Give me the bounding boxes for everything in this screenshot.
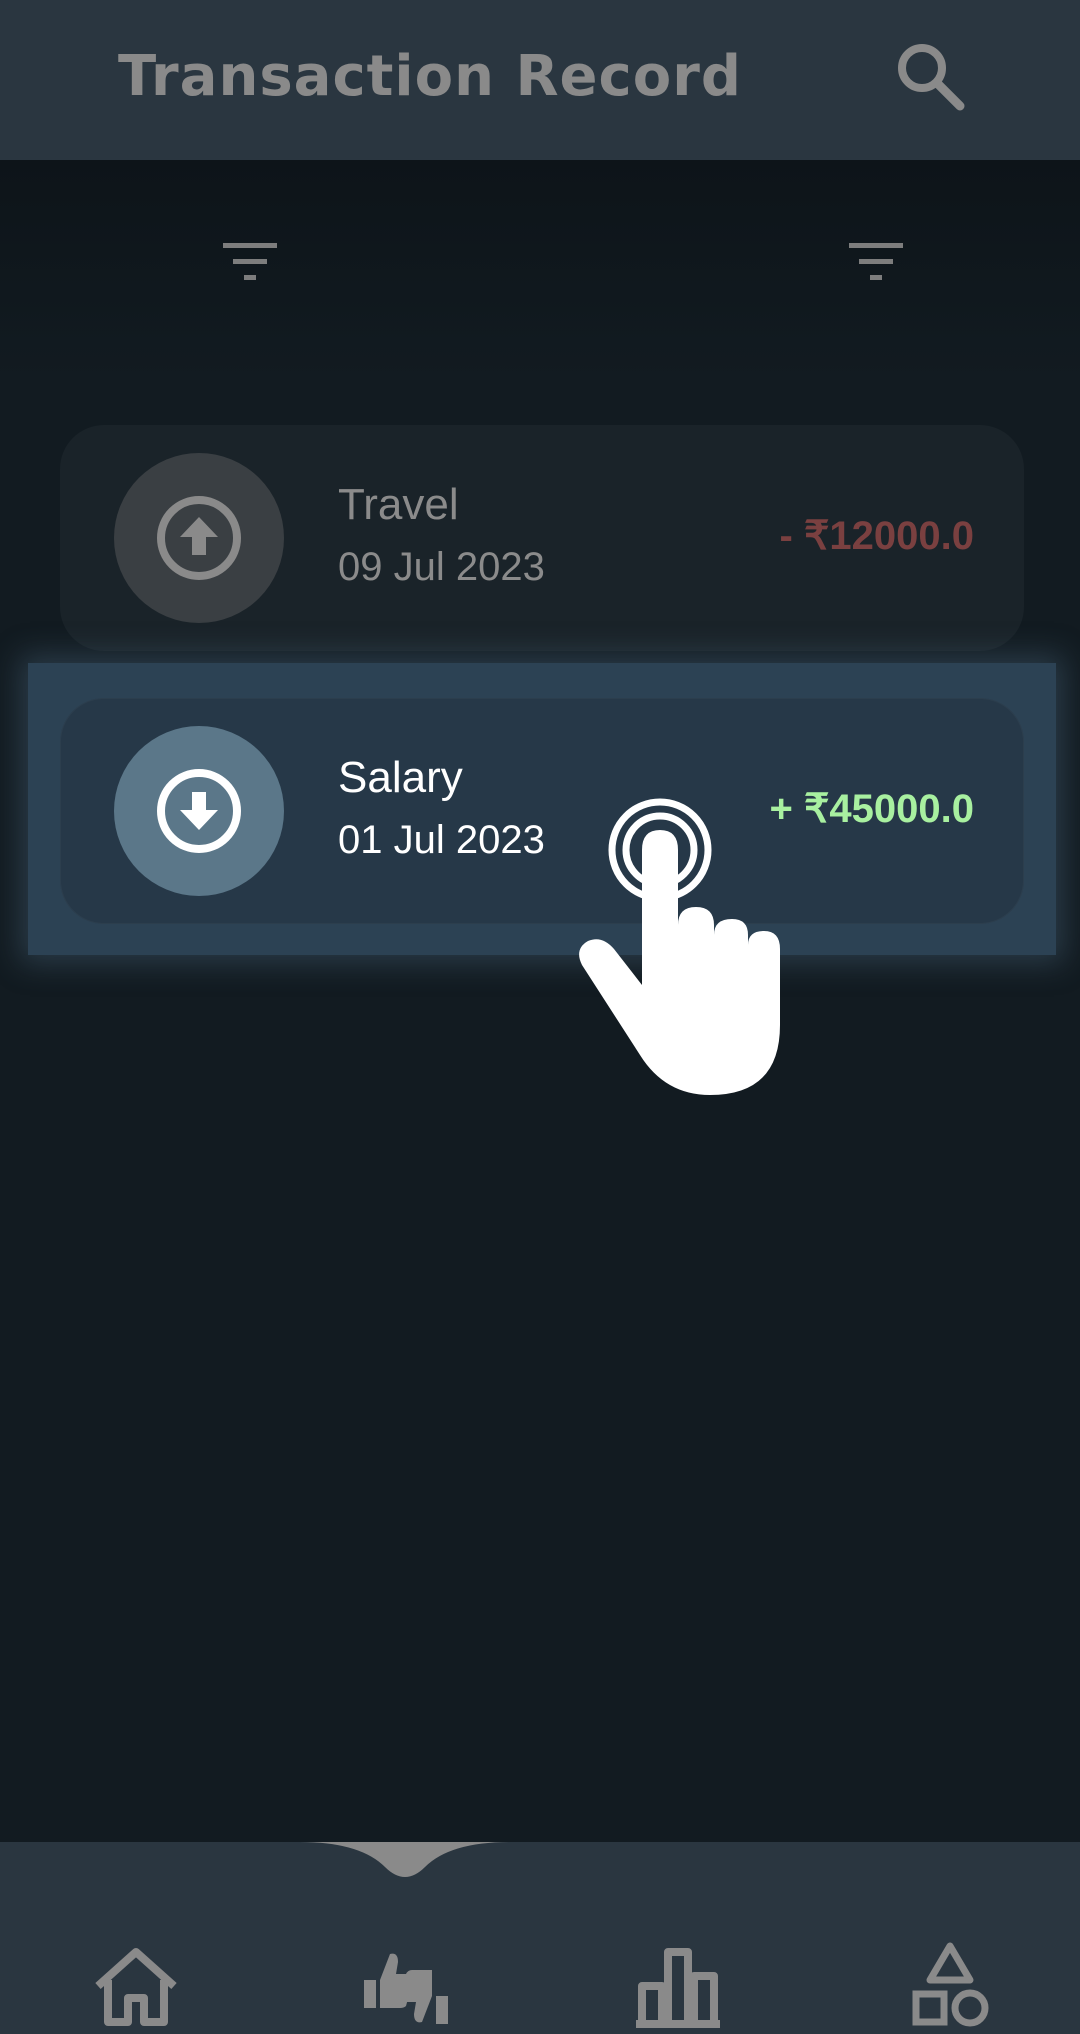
arrow-up-circle-icon (157, 496, 241, 580)
nav-indicator (300, 1842, 510, 1877)
filter-icon[interactable] (220, 238, 280, 288)
transaction-name: Salary (338, 753, 463, 802)
transaction-date: 09 Jul 2023 (338, 545, 545, 589)
tap-hand-icon (579, 798, 780, 1095)
arrow-down-circle-icon (157, 769, 241, 853)
transaction-name: Travel (338, 480, 459, 529)
expense-avatar (114, 453, 284, 623)
transaction-date: 01 Jul 2023 (338, 818, 545, 862)
bar-chart-icon[interactable] (628, 1940, 728, 2030)
shapes-icon[interactable] (900, 1940, 1000, 2030)
transaction-amount: - ₹12000.0 (779, 514, 974, 558)
transaction-card-travel[interactable]: Travel 09 Jul 2023 - ₹12000.0 (60, 425, 1024, 651)
content-shade (0, 160, 1080, 380)
app-bar: Transaction Record (0, 0, 1080, 160)
page-title: Transaction Record (118, 44, 742, 109)
thumbs-up-down-icon[interactable] (356, 1940, 456, 2030)
income-avatar (114, 726, 284, 896)
home-icon[interactable] (86, 1940, 186, 2030)
sort-filter-icon[interactable] (846, 238, 906, 288)
transaction-card-salary[interactable]: Salary 01 Jul 2023 + ₹45000.0 (60, 698, 1024, 924)
search-icon[interactable] (890, 36, 970, 116)
